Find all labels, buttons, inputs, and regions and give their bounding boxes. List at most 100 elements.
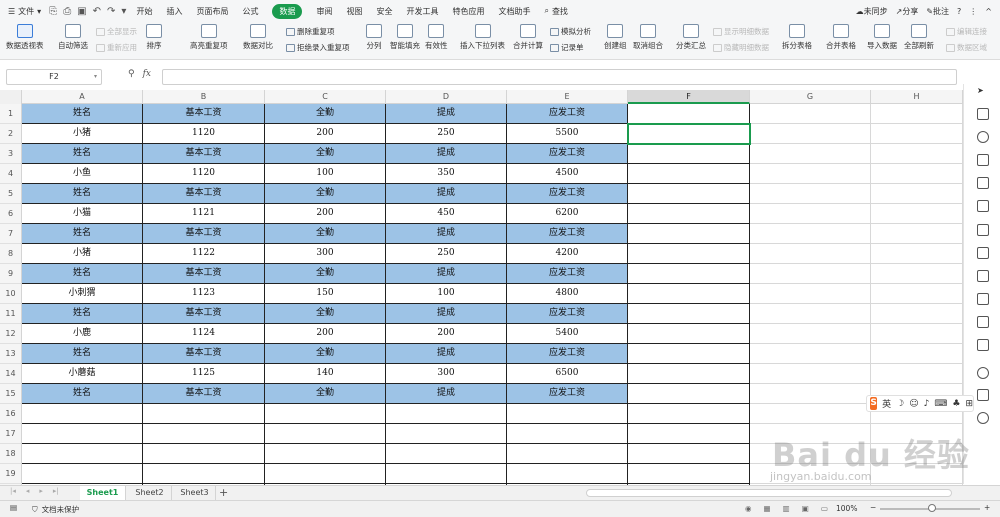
table-header-cell[interactable]: 基本工资: [143, 344, 265, 364]
grid-cell[interactable]: [750, 284, 871, 304]
column-header[interactable]: F: [628, 90, 750, 104]
share-panel-icon[interactable]: [977, 247, 989, 259]
grid-cell[interactable]: [750, 244, 871, 264]
form-icon[interactable]: [977, 339, 989, 351]
row-header[interactable]: 5: [0, 184, 22, 204]
backup-icon[interactable]: [977, 224, 989, 236]
grid-cell[interactable]: [507, 404, 628, 424]
table-cell[interactable]: 100: [386, 284, 507, 304]
table-header-cell[interactable]: 应发工资: [507, 144, 628, 164]
grid-cell[interactable]: [628, 364, 750, 384]
reading-view-icon[interactable]: ▭: [821, 504, 828, 513]
row-header[interactable]: 2: [0, 124, 22, 144]
menu-tab[interactable]: 公式: [242, 6, 258, 17]
grid-cell[interactable]: [143, 404, 265, 424]
table-header-cell[interactable]: 全勤: [265, 184, 386, 204]
grid-cell[interactable]: [22, 404, 143, 424]
grid-cell[interactable]: [871, 144, 963, 164]
table-header-cell[interactable]: 姓名: [22, 184, 143, 204]
table-cell[interactable]: 4200: [507, 244, 628, 264]
grid-cell[interactable]: [871, 264, 963, 284]
row-header[interactable]: 10: [0, 284, 22, 304]
skin-icon[interactable]: ♣: [952, 399, 960, 409]
show-detail-button[interactable]: 显示明细数据: [713, 26, 769, 37]
table-header-cell[interactable]: 应发工资: [507, 104, 628, 124]
grid-cell[interactable]: [871, 324, 963, 344]
grid-cell[interactable]: [750, 304, 871, 324]
smart-fill-button[interactable]: 智能填充: [390, 24, 420, 51]
grid-cell[interactable]: [507, 424, 628, 444]
row-header[interactable]: 7: [0, 224, 22, 244]
table-cell[interactable]: 1124: [143, 324, 265, 344]
table-cell[interactable]: 小刺猬: [22, 284, 143, 304]
column-header[interactable]: A: [22, 90, 143, 104]
column-header[interactable]: H: [871, 90, 963, 104]
grid-cell[interactable]: [507, 444, 628, 464]
sheet-nav[interactable]: |◂ ◂ ▸ ▸|: [10, 487, 59, 495]
table-header-cell[interactable]: 应发工资: [507, 344, 628, 364]
grid-cell[interactable]: [871, 124, 963, 144]
select-all-corner[interactable]: [0, 90, 22, 104]
ime-mode[interactable]: 英: [882, 397, 891, 410]
table-header-cell[interactable]: 应发工资: [507, 264, 628, 284]
validity-button[interactable]: 有效性: [425, 24, 448, 51]
crop-icon[interactable]: [977, 270, 989, 282]
row-header[interactable]: 19: [0, 464, 22, 484]
grid-cell[interactable]: [628, 404, 750, 424]
grid-cell[interactable]: [750, 404, 871, 424]
grid-cell[interactable]: [750, 164, 871, 184]
autofilter-button[interactable]: 自动筛选: [58, 24, 88, 51]
sim-analysis-button[interactable]: 模拟分析: [550, 26, 591, 37]
mic-icon[interactable]: ♪: [924, 399, 930, 409]
table-style-icon[interactable]: [977, 154, 989, 166]
moon-icon[interactable]: ☽: [896, 399, 904, 409]
table-cell[interactable]: 1123: [143, 284, 265, 304]
grid-cell[interactable]: [628, 144, 750, 164]
menu-tab[interactable]: 特色应用: [452, 6, 484, 17]
help-icon[interactable]: ?: [957, 7, 961, 16]
sort-button[interactable]: 排序: [146, 24, 162, 51]
grid-cell[interactable]: [750, 384, 871, 404]
grid-cell[interactable]: [871, 344, 963, 364]
table-header-cell[interactable]: 全勤: [265, 384, 386, 404]
table-cell[interactable]: 1122: [143, 244, 265, 264]
table-header-cell[interactable]: 全勤: [265, 304, 386, 324]
more-options-icon[interactable]: ⋮: [969, 7, 977, 16]
table-header-cell[interactable]: 全勤: [265, 344, 386, 364]
grid-cell[interactable]: [265, 464, 386, 484]
grid-cell[interactable]: [871, 284, 963, 304]
menu-tab[interactable]: 视图: [346, 6, 362, 17]
row-header[interactable]: 18: [0, 444, 22, 464]
search-box[interactable]: ⌕ 查找: [544, 6, 567, 17]
zoom-icon[interactable]: ⚲: [128, 69, 135, 79]
grid-cell[interactable]: [386, 464, 507, 484]
table-cell[interactable]: 450: [386, 204, 507, 224]
table-header-cell[interactable]: 提成: [386, 304, 507, 324]
protection-status[interactable]: 文档未保护: [42, 504, 80, 515]
split-table-button[interactable]: 拆分表格: [782, 24, 812, 51]
grid-cell[interactable]: [386, 404, 507, 424]
grid-cell[interactable]: [386, 444, 507, 464]
grid-cell[interactable]: [750, 204, 871, 224]
table-header-cell[interactable]: 基本工资: [143, 384, 265, 404]
menu-tab[interactable]: 开发工具: [406, 6, 438, 17]
menu-tab[interactable]: 插入: [166, 6, 182, 17]
undo-icon[interactable]: ↶: [93, 6, 101, 17]
grid-cell[interactable]: [507, 464, 628, 484]
grid-cell[interactable]: [750, 124, 871, 144]
menu-tab[interactable]: 文档助手: [498, 6, 530, 17]
collapse-icon[interactable]: ^: [985, 7, 992, 16]
normal-view-icon[interactable]: ▦: [764, 504, 771, 513]
grid-cell[interactable]: [143, 424, 265, 444]
table-cell[interactable]: 1125: [143, 364, 265, 384]
location-icon[interactable]: [977, 367, 989, 379]
print-panel-icon[interactable]: [977, 389, 989, 401]
table-header-cell[interactable]: 姓名: [22, 104, 143, 124]
table-header-cell[interactable]: 全勤: [265, 144, 386, 164]
column-header[interactable]: G: [750, 90, 871, 104]
grid-cell[interactable]: [750, 224, 871, 244]
grid-cell[interactable]: [628, 224, 750, 244]
grid-cell[interactable]: [628, 444, 750, 464]
show-all-button[interactable]: 全部显示: [96, 26, 137, 37]
row-header[interactable]: 1: [0, 104, 22, 124]
